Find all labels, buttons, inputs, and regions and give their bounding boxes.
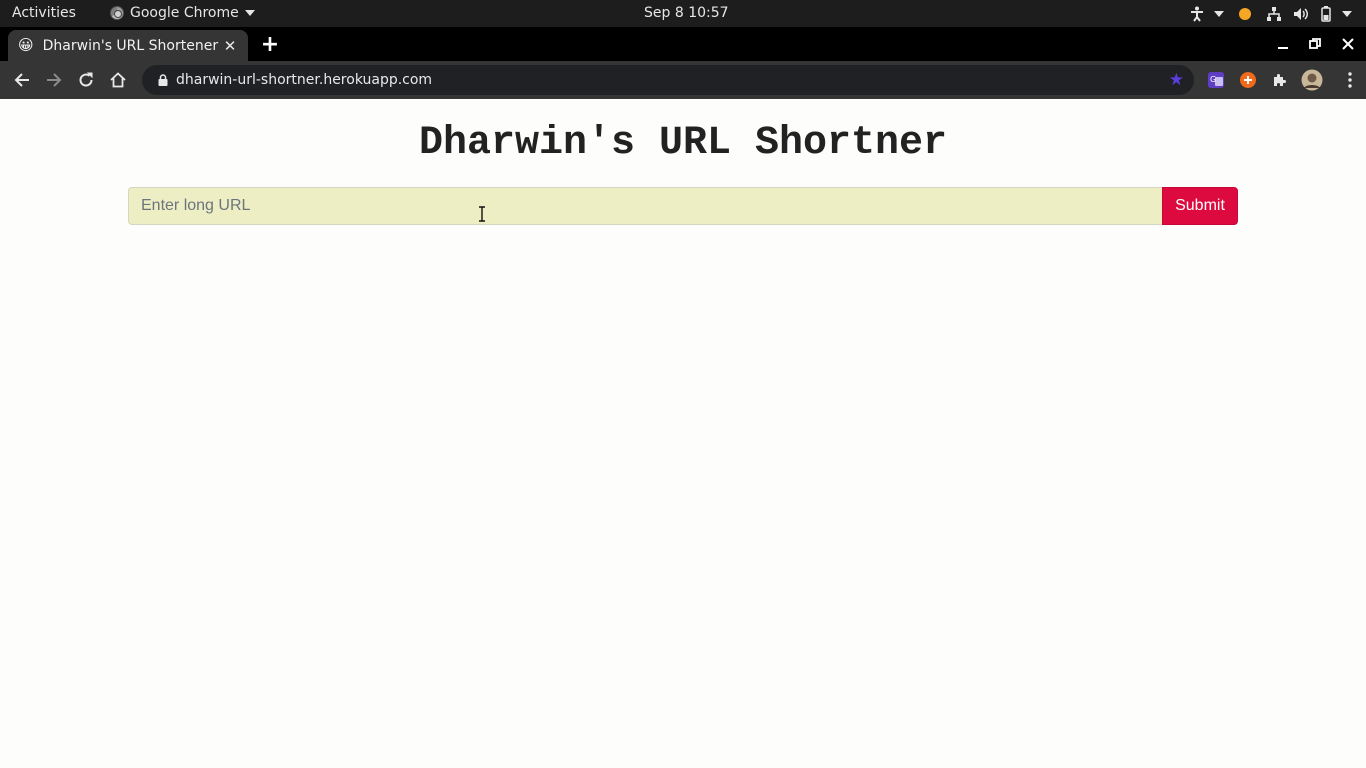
app-menu-label: Google Chrome (130, 5, 239, 21)
tab-active[interactable]: 😀 Dharwin's URL Shortener ✕ (8, 30, 248, 61)
translate-extension-icon[interactable]: G (1206, 70, 1226, 90)
close-tab-icon[interactable]: ✕ (222, 37, 238, 55)
restore-window-button[interactable] (1298, 31, 1332, 57)
notification-dot-icon[interactable] (1230, 0, 1260, 27)
volume-icon[interactable] (1288, 0, 1314, 27)
address-bar-url: dharwin-url-shortner.herokuapp.com (176, 72, 433, 88)
back-button[interactable] (8, 66, 36, 94)
page-viewport: Dharwin's URL Shortner Submit (0, 99, 1366, 768)
bookmark-star-icon[interactable]: ★ (1169, 70, 1184, 90)
activities-button[interactable]: Activities (12, 5, 76, 21)
smiley-favicon-icon: 😀 (18, 36, 34, 54)
chrome-app-icon (110, 6, 124, 20)
battery-icon[interactable] (1314, 0, 1338, 27)
orange-extension-icon[interactable] (1238, 70, 1258, 90)
chevron-down-icon (244, 10, 255, 16)
tab-title: Dharwin's URL Shortener (42, 37, 219, 54)
minimize-window-button[interactable] (1266, 31, 1300, 57)
accessibility-menu-chevron-icon[interactable] (1208, 0, 1230, 27)
shorten-url-form: Submit (128, 187, 1238, 225)
system-top-bar: Activities Google Chrome Sep 8 10:57 (0, 0, 1366, 27)
reload-button[interactable] (72, 66, 100, 94)
home-button[interactable] (104, 66, 132, 94)
page-title: Dharwin's URL Shortner (418, 121, 948, 166)
forward-button[interactable] (40, 66, 68, 94)
chrome-menu-button[interactable] (1336, 66, 1364, 94)
system-tray (1186, 0, 1356, 27)
profile-avatar[interactable] (1300, 68, 1324, 92)
clock[interactable]: Sep 8 10:57 (644, 5, 729, 21)
network-icon[interactable] (1260, 0, 1288, 27)
tab-strip: 😀 Dharwin's URL Shortener ✕ + (0, 27, 1366, 61)
close-window-button[interactable] (1331, 31, 1365, 57)
new-tab-button[interactable]: + (259, 32, 281, 57)
lock-icon[interactable] (154, 74, 172, 86)
long-url-input[interactable] (128, 187, 1162, 225)
address-bar[interactable]: dharwin-url-shortner.herokuapp.com ★ (142, 65, 1194, 95)
text-cursor-icon (479, 206, 485, 222)
submit-button[interactable]: Submit (1162, 187, 1238, 225)
svg-text:G: G (1210, 75, 1216, 84)
extensions-puzzle-icon[interactable] (1270, 70, 1290, 90)
app-menu[interactable]: Google Chrome (110, 5, 255, 21)
browser-toolbar: dharwin-url-shortner.herokuapp.com ★ G (0, 61, 1366, 99)
accessibility-icon[interactable] (1186, 0, 1208, 27)
system-menu-chevron-icon[interactable] (1338, 0, 1356, 27)
